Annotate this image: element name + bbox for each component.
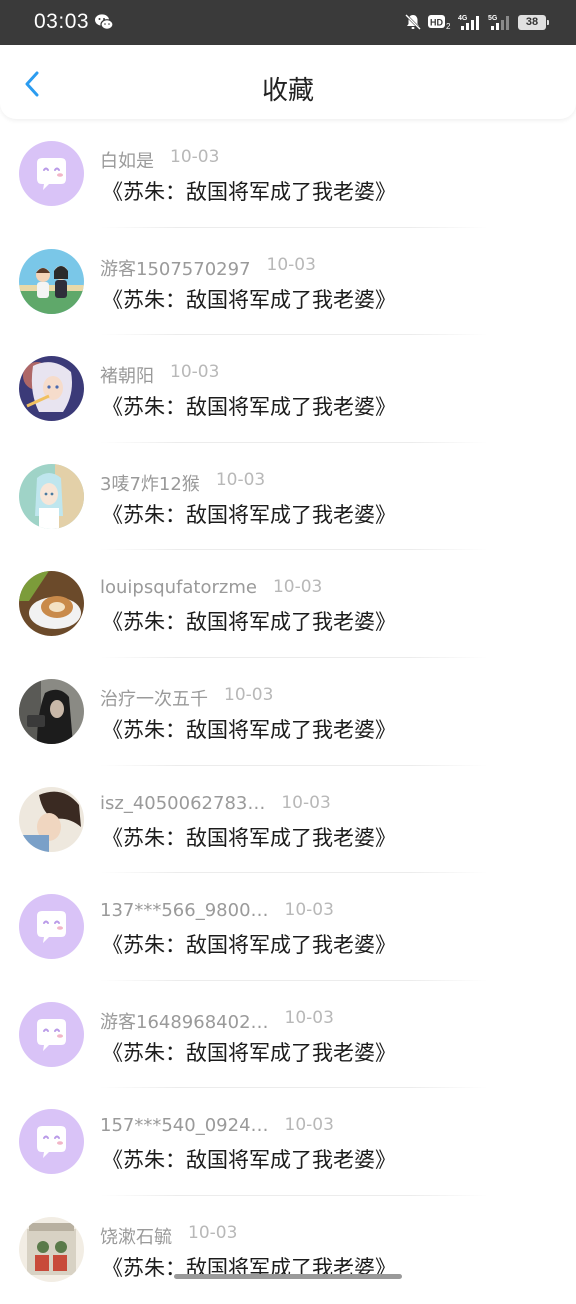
username: 治疗一次五千 xyxy=(100,688,208,710)
avatar[interactable] xyxy=(19,356,84,422)
date: 10-03 xyxy=(170,362,220,383)
list-item[interactable]: 饶漱石毓 10-03 《苏朱：敌国将军成了我老婆》 xyxy=(0,1196,576,1304)
avatar[interactable] xyxy=(19,141,84,206)
book-title: 《苏朱：敌国将军成了我老婆》 xyxy=(102,287,396,312)
avatar[interactable] xyxy=(19,571,84,637)
avatar[interactable] xyxy=(19,1216,84,1282)
list-item[interactable]: 白如是 10-03 《苏朱：敌国将军成了我老婆》 xyxy=(0,120,576,228)
chat-bubble-avatar-icon xyxy=(19,1109,84,1175)
battery-icon: 38 xyxy=(518,14,549,30)
book-title: 《苏朱：敌国将军成了我老婆》 xyxy=(102,933,396,958)
wechat-icon xyxy=(94,12,114,32)
item-meta: 游客1648968402… 10-03 xyxy=(100,1007,334,1033)
status-time: 03:03 xyxy=(34,10,90,33)
avatar[interactable] xyxy=(19,678,84,744)
username: 白如是 xyxy=(100,151,154,172)
list-item[interactable]: 3唛7炸12猴 10-03 《苏朱：敌国将军成了我老婆》 xyxy=(0,443,576,551)
chat-bubble-avatar-icon xyxy=(19,141,84,206)
date: 10-03 xyxy=(272,577,323,598)
list-item[interactable]: 157***540_0924… 10-03 《苏朱：敌国将军成了我老婆》 xyxy=(0,1088,576,1196)
svg-text:2: 2 xyxy=(446,22,451,30)
date: 10-03 xyxy=(284,1115,334,1136)
chat-bubble-avatar-icon xyxy=(19,1001,84,1067)
status-icons: HD 2 4G 5G 38 xyxy=(404,12,549,32)
book-title: 《苏朱：敌国将军成了我老婆》 xyxy=(102,502,396,527)
list-item[interactable]: louipsqufatorzme 10-03 《苏朱：敌国将军成了我老婆》 xyxy=(0,550,576,658)
username: isz_4050062783… xyxy=(100,792,266,814)
chat-bubble-avatar-icon xyxy=(19,894,84,960)
anime-couple-avatar xyxy=(19,248,84,314)
svg-text:4G: 4G xyxy=(458,15,468,22)
item-meta: 褚朝阳 10-03 xyxy=(100,362,220,388)
item-meta: 3唛7炸12猴 10-03 xyxy=(100,469,266,495)
item-meta: 饶漱石毓 10-03 xyxy=(100,1222,238,1248)
list-item[interactable]: 褚朝阳 10-03 《苏朱：敌国将军成了我老婆》 xyxy=(0,335,576,443)
username: louipsqufatorzme xyxy=(100,577,257,599)
page-title: 收藏 xyxy=(261,76,314,106)
avatar[interactable] xyxy=(19,248,84,314)
anime-character-avatar xyxy=(19,356,84,422)
list-item[interactable]: 游客1648968402… 10-03 《苏朱：敌国将军成了我老婆》 xyxy=(0,981,576,1089)
date: 10-03 xyxy=(170,147,220,167)
mute-icon xyxy=(404,13,422,31)
date: 10-03 xyxy=(284,1007,334,1028)
username: 157***540_0924… xyxy=(100,1115,269,1137)
item-meta: isz_4050062783… 10-03 xyxy=(100,793,331,817)
avatar[interactable] xyxy=(19,463,84,529)
5g-signal-icon: 5G xyxy=(488,13,512,31)
book-title: 《苏朱：敌国将军成了我老婆》 xyxy=(102,395,396,420)
book-title: 《苏朱：敌国将军成了我老婆》 xyxy=(102,1040,396,1065)
username: 137***566_9800… xyxy=(100,900,269,922)
svg-text:HD: HD xyxy=(430,18,443,28)
item-meta: louipsqufatorzme 10-03 xyxy=(100,577,322,601)
coffee-cup-avatar xyxy=(19,571,84,637)
book-title: 《苏朱：敌国将军成了我老婆》 xyxy=(102,1148,396,1173)
username: 3唛7炸12猴 xyxy=(100,473,200,495)
hooded-figure-avatar xyxy=(19,678,84,744)
avatar[interactable] xyxy=(19,1001,84,1067)
4g-signal-icon: 4G xyxy=(458,13,482,31)
book-title: 《苏朱：敌国将军成了我老婆》 xyxy=(102,180,396,204)
hd-icon: HD 2 xyxy=(428,14,452,30)
date: 10-03 xyxy=(284,900,334,921)
list-item[interactable]: 治疗一次五千 10-03 《苏朱：敌国将军成了我老婆》 xyxy=(0,658,576,766)
book-title: 《苏朱：敌国将军成了我老婆》 xyxy=(102,610,396,635)
username: 褚朝阳 xyxy=(100,366,154,388)
username: 游客1648968402… xyxy=(100,1011,269,1033)
avatar[interactable] xyxy=(19,894,84,960)
date: 10-03 xyxy=(224,684,274,705)
item-meta: 137***566_9800… 10-03 xyxy=(100,900,334,924)
item-meta: 治疗一次五千 10-03 xyxy=(100,684,274,710)
item-meta: 游客1507570297 10-03 xyxy=(100,254,316,280)
person-photo-avatar xyxy=(19,786,84,852)
item-meta: 白如是 10-03 xyxy=(100,147,220,172)
svg-text:5G: 5G xyxy=(488,15,498,22)
username: 游客1507570297 xyxy=(100,258,251,280)
book-title: 《苏朱：敌国将军成了我老婆》 xyxy=(102,717,396,742)
book-title: 《苏朱：敌国将军成了我老婆》 xyxy=(102,825,396,850)
favorites-list: 白如是 10-03 《苏朱：敌国将军成了我老婆》 游客1507570297 10-0… xyxy=(0,120,576,1304)
date: 10-03 xyxy=(281,792,331,813)
item-meta: 157***540_0924… 10-03 xyxy=(100,1115,334,1139)
date: 10-03 xyxy=(188,1222,238,1243)
status-bar: 03:03 HD 2 4G 5G 38 xyxy=(0,0,576,45)
list-item[interactable]: isz_4050062783… 10-03 《苏朱：敌国将军成了我老婆》 xyxy=(0,766,576,874)
home-indicator[interactable] xyxy=(174,1274,402,1279)
username: 饶漱石毓 xyxy=(100,1226,172,1248)
nav-bar: 收藏 xyxy=(0,45,576,119)
date: 10-03 xyxy=(215,469,266,490)
date: 10-03 xyxy=(266,254,316,275)
avatar[interactable] xyxy=(19,786,84,852)
avatar[interactable] xyxy=(19,1109,84,1175)
poster-art-avatar xyxy=(19,1216,84,1282)
list-item[interactable]: 游客1507570297 10-03 《苏朱：敌国将军成了我老婆》 xyxy=(0,228,576,336)
anime-girl-avatar xyxy=(19,463,84,529)
list-item[interactable]: 137***566_9800… 10-03 《苏朱：敌国将军成了我老婆》 xyxy=(0,873,576,981)
